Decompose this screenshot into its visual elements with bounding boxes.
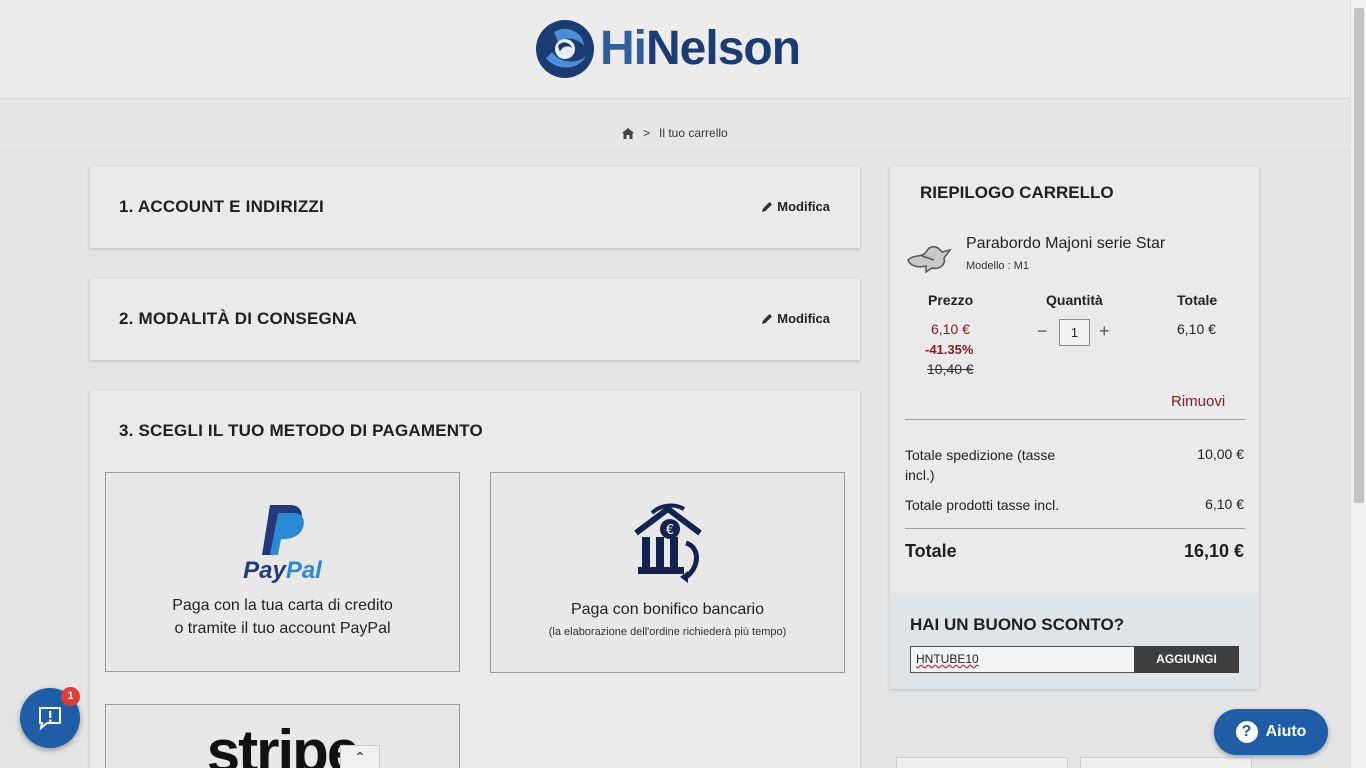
product-name[interactable]: Parabordo Majoni serie Star: [966, 235, 1165, 253]
remove-item-link[interactable]: Rimuovi: [1171, 393, 1225, 410]
cart-summary-title: RIEPILOGO CARRELLO: [920, 183, 1114, 202]
product-model: Modello : M1: [966, 260, 1029, 272]
home-icon[interactable]: [622, 127, 634, 139]
summary-divider: [905, 528, 1245, 529]
voucher-code-input[interactable]: HNTUBE10: [910, 646, 1135, 673]
help-icon: ?: [1235, 721, 1258, 743]
step-payment-panel: 3. SCEGLI IL TUO METODO DI PAGAMENTO Pay…: [90, 390, 860, 768]
products-total-label: Totale prodotti tasse incl.: [905, 497, 1060, 513]
collapse-toggle[interactable]: ⌃: [340, 745, 380, 768]
quantity-increase-button[interactable]: +: [1099, 321, 1110, 342]
bank-transfer-option[interactable]: € Paga con bonifico bancario (la elabora…: [490, 472, 845, 673]
page-scrollbar[interactable]: [1350, 0, 1366, 768]
help-button[interactable]: ? Aiuto: [1214, 709, 1328, 755]
stripe-option[interactable]: stripe: [105, 704, 460, 768]
line-total: 6,10 €: [1177, 321, 1216, 337]
step-account-panel: 1. ACCOUNT E INDIRIZZI Modifica: [90, 166, 860, 248]
edit-delivery-label: Modifica: [777, 311, 830, 326]
pencil-icon: [762, 202, 773, 212]
price-discount: -41.35%: [925, 342, 974, 357]
quantity-input[interactable]: 1: [1059, 319, 1090, 346]
summary-divider: [905, 419, 1245, 420]
logo-wordmark: HiNelson: [600, 18, 801, 80]
shipping-total-label: Totale spedizione (tasse incl.): [905, 447, 1056, 483]
price-original: 10,40 €: [927, 361, 974, 377]
bank-transfer-icon: €: [633, 503, 702, 583]
svg-text:€: €: [665, 523, 673, 538]
paypal-word-pal: Pal: [285, 557, 322, 584]
voucher-section: HAI UN BUONO SCONTO? HNTUBE10 AGGIUNGI: [890, 593, 1259, 689]
paypal-p-icon: [261, 505, 304, 555]
price-current: 6,10 €: [931, 321, 970, 337]
quantity-decrease-button[interactable]: −: [1037, 321, 1048, 342]
logo-globe-icon: [536, 20, 594, 78]
footer-tab: [896, 757, 1068, 768]
chat-alert-icon: [39, 707, 61, 731]
cart-summary: RIEPILOGO CARRELLO Parabordo Majoni seri…: [890, 166, 1259, 689]
edit-account-label: Modifica: [777, 199, 830, 214]
chat-notification-badge: 1: [61, 687, 80, 706]
price-header: Prezzo: [928, 292, 974, 308]
breadcrumb-current: Il tuo carrello: [659, 126, 728, 140]
paypal-wordmark: PayPal: [106, 557, 459, 584]
logo-nelson: Nelson: [646, 22, 801, 75]
step-payment-title: 3. SCEGLI IL TUO METODO DI PAGAMENTO: [119, 421, 483, 440]
breadcrumb: > Il tuo carrello: [622, 126, 728, 140]
logo-hi: Hi: [600, 22, 647, 75]
grand-total-label: Totale: [905, 541, 957, 561]
site-header: HiNelson: [0, 0, 1350, 99]
add-voucher-button[interactable]: AGGIUNGI: [1134, 646, 1239, 673]
stripe-logo: stripe: [206, 718, 360, 768]
breadcrumb-bar: [0, 100, 1350, 150]
pencil-icon: [762, 314, 773, 324]
voucher-title: HAI UN BUONO SCONTO?: [910, 615, 1125, 634]
chevron-up-icon: ⌃: [354, 749, 366, 765]
step-account-title: 1. ACCOUNT E INDIRIZZI: [119, 197, 324, 216]
step-delivery-title: 2. MODALITÀ DI CONSEGNA: [119, 309, 357, 328]
bank-line-1: Paga con bonifico bancario: [570, 601, 765, 618]
quantity-header: Quantità: [1046, 292, 1103, 308]
shipping-total-value: 10,00 €: [1197, 446, 1244, 462]
grand-total-value: 16,10 €: [1183, 541, 1244, 561]
breadcrumb-separator: >: [643, 126, 651, 140]
total-header: Totale: [1177, 292, 1218, 308]
edit-account-button[interactable]: Modifica: [762, 199, 830, 214]
site-logo[interactable]: HiNelson: [534, 18, 801, 80]
scrollbar-thumb[interactable]: [1354, 8, 1364, 503]
paypal-word-pay: Pay: [243, 557, 286, 584]
help-label: Aiuto: [1265, 723, 1307, 740]
paypal-line-1: Paga con la tua carta di credito: [172, 597, 393, 614]
product-image[interactable]: [904, 238, 952, 274]
footer-tab: [1080, 757, 1252, 768]
paypal-option[interactable]: PayPal Paga con la tua carta di credito …: [105, 472, 460, 672]
edit-delivery-button[interactable]: Modifica: [762, 311, 830, 326]
paypal-line-2: o tramite il tuo account PayPal: [174, 620, 391, 637]
voucher-code-value: HNTUBE10: [916, 652, 979, 666]
bank-note: (la elaborazione dell'ordine richiederà …: [548, 626, 787, 638]
step-delivery-panel: 2. MODALITÀ DI CONSEGNA Modifica: [90, 278, 860, 360]
products-total-value: 6,10 €: [1205, 496, 1244, 512]
